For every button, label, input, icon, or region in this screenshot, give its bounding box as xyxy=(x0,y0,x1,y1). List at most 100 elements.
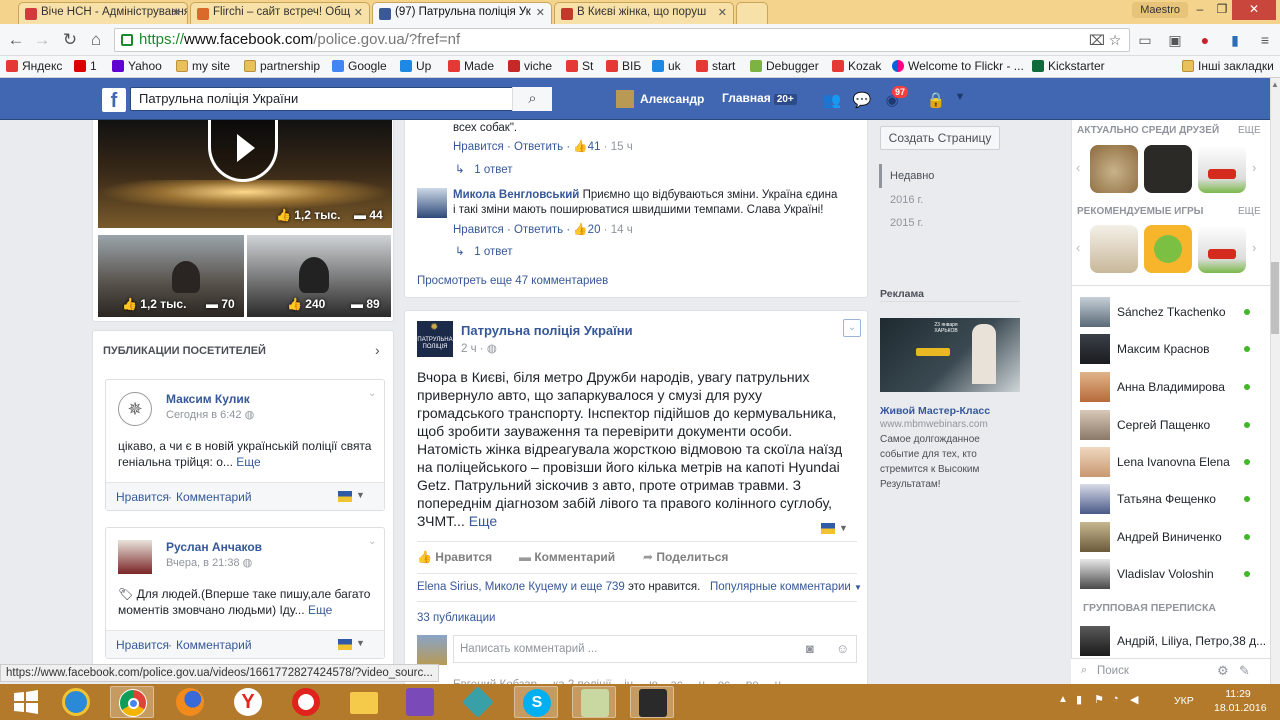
yandex-browser-taskbar-button[interactable]: Y xyxy=(226,686,270,718)
shares-count-link[interactable]: 33 публикации xyxy=(417,612,495,624)
ad-url[interactable]: www.mbmwebinars.com xyxy=(880,419,988,430)
opera-taskbar-button[interactable] xyxy=(284,686,328,718)
replies-link[interactable]: ↳ 1 ответ xyxy=(455,162,513,176)
police-logo-avatar[interactable]: ✹ ПАТРУЛЬНА ПОЛІЦІЯ xyxy=(417,321,453,357)
close-icon[interactable]: ✕ xyxy=(354,6,363,19)
post-author[interactable]: Патрульна поліція України xyxy=(461,323,633,338)
bookmark-item[interactable]: Made xyxy=(448,59,494,73)
bookmark-item[interactable]: Yahoo xyxy=(112,59,162,73)
bookmark-folder[interactable]: partnership xyxy=(244,59,320,73)
clock[interactable]: 11:29 18.01.2016 xyxy=(1214,687,1267,715)
friend-requests-icon[interactable]: 👥 xyxy=(822,91,842,109)
comment-button[interactable]: ▬ Комментарий xyxy=(519,550,615,564)
pou-game-icon[interactable] xyxy=(1090,145,1138,193)
flag-icon[interactable]: ⚑ xyxy=(1094,693,1104,706)
bookmark-item[interactable]: uk xyxy=(652,59,681,73)
chat-search-input[interactable]: Поиск xyxy=(1097,665,1129,677)
address-bar[interactable]: https://www.facebook.com/police.gov.ua/?… xyxy=(114,28,1130,52)
like-link[interactable]: Нравится xyxy=(116,490,169,504)
chevron-down-icon[interactable]: ▼ xyxy=(356,490,365,500)
start-button[interactable] xyxy=(4,686,48,718)
video-thumbnail-main[interactable]: 👍 1,2 тыс. ▬ 44 xyxy=(98,120,392,228)
comment-actions-text[interactable]: Нравится · Ответить · xyxy=(453,224,573,236)
home-icon[interactable]: ⌂ xyxy=(86,30,106,50)
close-icon[interactable]: ✕ xyxy=(172,6,181,19)
timeline-recent[interactable]: Недавно xyxy=(890,170,934,182)
chevron-left-icon[interactable]: ‹ xyxy=(1076,160,1080,175)
chevron-down-icon[interactable]: ▼ xyxy=(356,638,365,648)
skype-taskbar-button[interactable]: S xyxy=(514,686,558,718)
see-more-link[interactable]: Еще xyxy=(308,603,332,617)
bookmark-item[interactable]: ВІБ xyxy=(606,59,641,73)
scroll-up-icon[interactable]: ▲ xyxy=(1271,80,1279,89)
extension-icon[interactable]: ▣ xyxy=(1166,32,1184,48)
profile-link[interactable]: Александр xyxy=(616,90,704,108)
bookmark-item[interactable]: Яндекс xyxy=(6,59,62,73)
bookmark-item[interactable]: Google xyxy=(332,59,387,73)
bookmark-item[interactable]: 1 xyxy=(74,59,97,73)
bookmark-item[interactable]: Kickstarter xyxy=(1032,59,1105,73)
taken-game-icon[interactable] xyxy=(1144,145,1192,193)
chevron-right-icon[interactable]: › xyxy=(1252,160,1256,175)
chat-contact[interactable]: Максим Краснов xyxy=(1080,334,1260,364)
new-message-icon[interactable]: ✎ xyxy=(1239,663,1250,679)
ad-image[interactable]: 23 января ХАРЬКОВ xyxy=(880,318,1020,392)
hill-climb-game-icon[interactable] xyxy=(1198,145,1246,193)
bookmark-item[interactable]: Kozak xyxy=(832,59,881,73)
chevron-right-icon[interactable]: › xyxy=(1252,240,1256,255)
close-icon[interactable]: ✕ xyxy=(536,6,545,19)
volume-icon[interactable]: ◀ xyxy=(1130,693,1138,706)
comment-sort-dropdown[interactable]: Популярные комментарии ▼ xyxy=(710,581,862,593)
facebook-search-input[interactable]: Патрульна поліція України xyxy=(130,87,552,111)
search-icon[interactable]: ⌕ xyxy=(512,87,552,111)
close-icon[interactable]: ✕ xyxy=(718,6,727,19)
chat-contact[interactable]: Андрей Виниченко xyxy=(1080,522,1260,552)
like-link[interactable]: Нравится xyxy=(116,638,169,652)
game-icon[interactable] xyxy=(1090,225,1138,273)
chevron-left-icon[interactable]: ‹ xyxy=(1076,240,1080,255)
likers-names[interactable]: Elena Sirius, Миколе Куцему и еще 739 xyxy=(417,581,625,593)
bookmark-item[interactable]: viche xyxy=(508,59,552,73)
timeline-year-2015[interactable]: 2015 г. xyxy=(890,217,923,229)
extension-flag-icon[interactable]: ▮ xyxy=(1226,32,1244,48)
video-thumbnail-1[interactable]: 👍 1,2 тыс. ▬ 70 xyxy=(98,235,244,317)
see-more-link[interactable]: ЕЩЕ xyxy=(1238,206,1261,217)
comment-link[interactable]: Комментарий xyxy=(176,490,252,504)
tab-news[interactable]: В Києві жінка, що поруш ✕ xyxy=(554,2,734,24)
chrome-taskbar-button[interactable] xyxy=(110,686,154,718)
facebook-logo-icon[interactable]: f xyxy=(102,88,126,112)
file-explorer-taskbar-button[interactable] xyxy=(342,686,386,718)
pinterest-icon[interactable]: ● xyxy=(1196,32,1214,48)
cast-icon[interactable]: ▭ xyxy=(1136,32,1154,48)
reload-icon[interactable]: ↻ xyxy=(60,30,80,50)
share-button[interactable]: ➦ Поделиться xyxy=(643,550,728,564)
chat-contact[interactable]: Сергей Пащенко xyxy=(1080,410,1260,440)
see-more-link[interactable]: ЕЩЕ xyxy=(1238,125,1261,136)
chevron-down-icon[interactable]: ▼ xyxy=(839,523,848,533)
other-bookmarks-folder[interactable]: Інші закладки xyxy=(1182,59,1274,73)
tab-facebook-police[interactable]: (97) Патрульна поліція Ук ✕ xyxy=(372,2,552,24)
comment-author[interactable]: Микола Венгловський xyxy=(453,189,579,201)
chevron-down-icon[interactable]: ⌄ xyxy=(368,536,376,547)
chat-contact[interactable]: Татьяна Фещенко xyxy=(1080,484,1260,514)
create-page-button[interactable]: Создать Страницу xyxy=(880,126,1000,150)
ad-headline[interactable]: Живой Мастер-Класс xyxy=(880,405,990,417)
comment-time[interactable]: 15 ч xyxy=(611,141,633,153)
window-close-icon[interactable]: ✕ xyxy=(1232,0,1276,20)
play-button-icon[interactable] xyxy=(208,120,278,182)
view-more-comments-link[interactable]: Просмотреть еще 47 комментариев xyxy=(417,275,608,287)
see-more-link[interactable]: Еще xyxy=(469,513,498,529)
post-author[interactable]: Руслан Анчаков xyxy=(166,540,262,554)
comment-time[interactable]: 14 ч xyxy=(611,224,633,236)
new-tab-button[interactable] xyxy=(736,2,768,24)
language-indicator[interactable]: УКР xyxy=(1174,695,1194,707)
account-menu-chevron-down-icon[interactable]: ▼ xyxy=(950,91,970,109)
back-icon[interactable]: ← xyxy=(6,30,26,50)
chat-contact[interactable]: Lena Ivanovna Elena xyxy=(1080,447,1260,477)
timeline-year-2016[interactable]: 2016 г. xyxy=(890,194,923,206)
messages-icon[interactable]: 💬 xyxy=(852,91,872,109)
network-icon[interactable]: ▮ xyxy=(1076,693,1082,706)
replies-link[interactable]: ↳ 1 ответ xyxy=(455,244,513,258)
avatar[interactable] xyxy=(417,188,447,218)
internet-explorer-taskbar-button[interactable] xyxy=(54,686,98,718)
